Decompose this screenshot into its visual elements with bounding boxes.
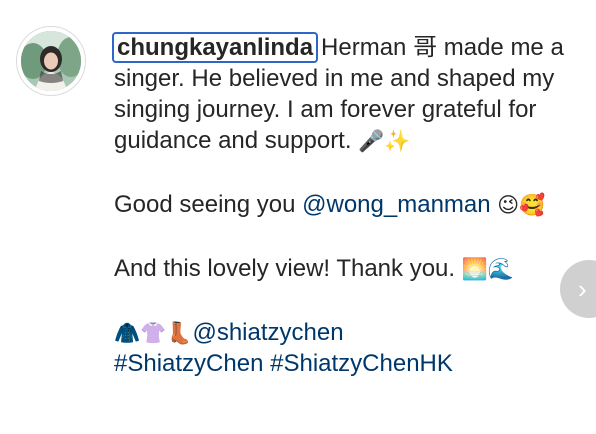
caption-line: singing journey. I am forever grateful f…: [114, 96, 537, 123]
caption-text-segment: And this lovely view! Thank you.: [114, 255, 456, 282]
hashtag-link[interactable]: #ShiatzyChenHK: [270, 350, 453, 377]
caption-line: Good seeing you @wong_manman 😉🥰: [114, 189, 596, 220]
caption-line: #ShiatzyChen #ShiatzyChenHK: [114, 348, 596, 379]
chevron-right-icon: ›: [578, 273, 587, 304]
mention-link[interactable]: @wong_manman: [302, 191, 490, 218]
caption-text: chungkayanlinda Herman 哥 made me a singer…: [112, 32, 596, 379]
profile-photo-icon: [21, 31, 81, 91]
caption-line: guidance and support. 🎤✨: [114, 125, 596, 156]
caption-text-segment: Good seeing you: [114, 191, 296, 218]
caption-line: chungkayanlinda Herman 哥 made me a: [112, 32, 596, 63]
microphone-sparkles-emoji-icon: 🎤✨: [358, 130, 411, 153]
sunset-wave-emoji-icon: 🌅🌊: [461, 258, 515, 281]
username-link[interactable]: chungkayanlinda: [112, 32, 319, 63]
caption-line: And this lovely view! Thank you. 🌅🌊: [114, 253, 596, 284]
caption-line: singer. He believed in me and shaped my: [114, 65, 555, 92]
mention-link[interactable]: @shiatzychen: [192, 319, 343, 346]
caption-text-segment: Herman 哥 made me a: [321, 34, 564, 61]
wink-hearts-emoji-icon: 😉🥰: [497, 194, 546, 217]
caption-line: 🧥👚👢@shiatzychen: [114, 317, 596, 348]
avatar-image: [21, 31, 81, 91]
avatar[interactable]: [16, 26, 86, 96]
post-caption-panel: chungkayanlinda Herman 哥 made me a singer…: [0, 0, 596, 434]
hashtag-link[interactable]: #ShiatzyChen: [114, 350, 263, 377]
caption-text-segment: guidance and support.: [114, 127, 352, 154]
clothing-emoji-icon: 🧥👚👢: [114, 322, 193, 345]
